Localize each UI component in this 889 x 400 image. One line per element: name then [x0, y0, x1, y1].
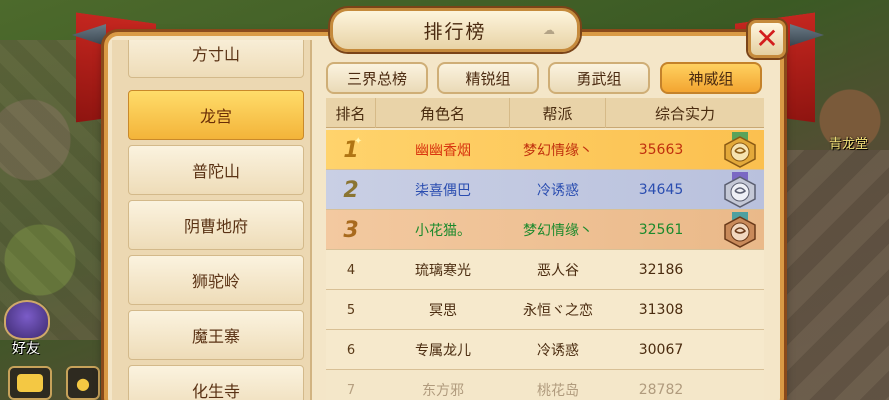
player-name: 琉璃寒光 — [415, 263, 471, 279]
voice-button[interactable]: ● — [66, 366, 100, 400]
title-plate: 排行榜 ☁ — [330, 8, 580, 52]
chat-button[interactable] — [8, 366, 52, 400]
sidebar-item-putuoshan[interactable]: 普陀山 — [128, 145, 304, 195]
tab-sanjie-overall[interactable]: 三界总榜 — [326, 62, 428, 94]
sidebar-item-mowangzhai[interactable]: 魔王寨 — [128, 310, 304, 360]
guild-name: 梦幻情缘丶 — [523, 223, 593, 239]
tab-shenwei[interactable]: 神威组 — [660, 62, 762, 94]
table-header: 排名 角色名 帮派 综合实力 — [326, 98, 764, 128]
power-value: 30067 — [638, 342, 684, 358]
background-tiles — [779, 150, 889, 400]
page-title: 排行榜 — [423, 20, 487, 43]
table-row[interactable]: 4 琉璃寒光 恶人谷 32186 — [326, 250, 764, 290]
table-row[interactable]: 2 柒喜偶巴 冷诱惑 34645 — [326, 170, 764, 210]
chat-bubble-icon — [17, 374, 43, 392]
close-icon: ✕ — [755, 22, 779, 55]
player-name: 幽幽香烟 — [415, 143, 471, 159]
rank-number: 3 — [343, 217, 359, 243]
friend-avatar-icon — [4, 300, 50, 340]
sidebar-item-shituoling[interactable]: 狮驼岭 — [128, 255, 304, 305]
column-name-header: 角色名 — [376, 98, 510, 128]
sidebar-item-longgong[interactable]: 龙宫 — [128, 90, 304, 140]
sparkle-icon: ✦ — [354, 136, 363, 147]
title-cloud-icon: ☁ — [543, 23, 555, 37]
rank-number: 5 — [346, 302, 356, 318]
guild-name: 冷诱惑 — [537, 183, 579, 199]
rank-number: 7 — [346, 382, 356, 398]
sidebar-item-fangcunshan[interactable]: 方寸山 — [128, 40, 304, 78]
table-row[interactable]: 1 ✦ 幽幽香烟 梦幻情缘丶 35663 — [326, 130, 764, 170]
map-npc-label: 青龙堂 — [829, 137, 869, 152]
table-row[interactable]: 6 专属龙儿 冷诱惑 30067 — [326, 330, 764, 370]
rank-number: 6 — [346, 342, 356, 358]
tab-yongwu[interactable]: 勇武组 — [548, 62, 650, 94]
ranking-table[interactable]: 排名 角色名 帮派 综合实力 1 ✦ 幽幽香烟 梦幻情缘丶 35663 2 柒喜… — [326, 98, 764, 400]
close-button[interactable]: ✕ — [748, 20, 786, 58]
guild-name: 梦幻情缘丶 — [523, 143, 593, 159]
silver-medal-icon — [724, 172, 756, 208]
player-name: 东方邪 — [422, 383, 464, 399]
friend-label: 好友 — [12, 341, 40, 357]
power-value: 32186 — [638, 262, 684, 278]
column-power-header: 综合实力 — [654, 104, 715, 123]
power-value: 31308 — [638, 302, 684, 318]
tab-jingrui[interactable]: 精锐组 — [437, 62, 539, 94]
sidebar-item-huashengsi[interactable]: 化生寺 — [128, 365, 304, 400]
sect-sidebar[interactable]: 方寸山 龙宫 普陀山 阴曹地府 狮驼岭 魔王寨 化生寺 — [112, 40, 312, 400]
rank-cell: 1 — [326, 130, 376, 170]
power-value: 28782 — [638, 382, 684, 398]
power-value: 35663 — [638, 142, 684, 158]
player-name: 冥思 — [429, 303, 457, 319]
player-name: 专属龙儿 — [415, 343, 471, 359]
guild-name: 恶人谷 — [537, 263, 579, 279]
rank-number: 4 — [346, 262, 356, 278]
guild-name: 桃花岛 — [537, 383, 579, 399]
column-rank-header: 排名 — [326, 98, 376, 128]
power-value: 34645 — [638, 182, 684, 198]
table-row[interactable]: 3 小花猫。 梦幻情缘丶 32561 — [326, 210, 764, 250]
rank-number: 2 — [343, 177, 359, 203]
bronze-medal-icon — [724, 212, 756, 248]
player-name: 柒喜偶巴 — [415, 183, 471, 199]
guild-name: 冷诱惑 — [537, 343, 579, 359]
microphone-icon: ● — [76, 373, 90, 393]
power-value: 32561 — [638, 222, 684, 238]
guild-name: 永恒ヾ之恋 — [523, 303, 593, 319]
friend-button[interactable]: 好友 — [4, 300, 56, 357]
table-row[interactable]: 5 冥思 永恒ヾ之恋 31308 — [326, 290, 764, 330]
sidebar-item-yincaodifu[interactable]: 阴曹地府 — [128, 200, 304, 250]
rank-cell: 3 — [326, 210, 376, 250]
gold-medal-icon — [724, 132, 756, 168]
column-guild-header: 帮派 — [510, 98, 606, 128]
rank-cell: 2 — [326, 170, 376, 210]
player-name: 小花猫。 — [415, 223, 471, 239]
table-row[interactable]: 7 东方邪 桃花岛 28782 — [326, 370, 764, 400]
